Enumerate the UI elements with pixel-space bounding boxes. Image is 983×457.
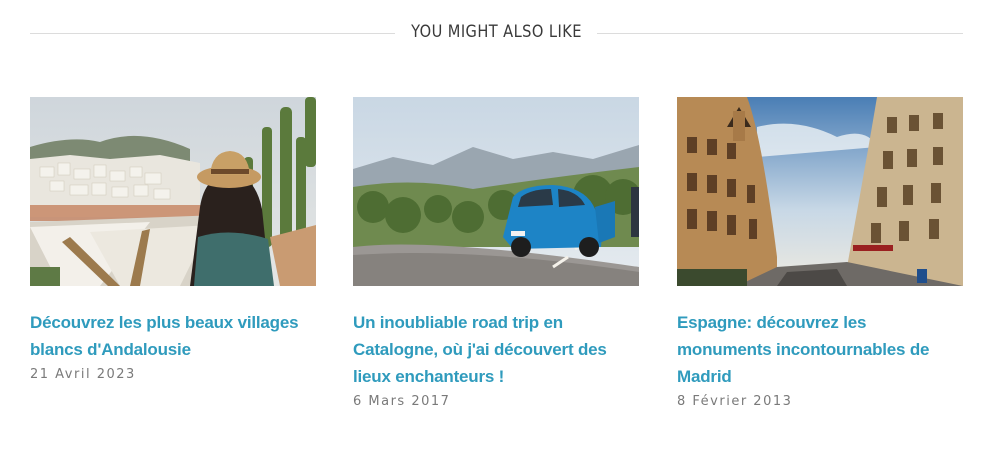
related-posts-header: YOU MIGHT ALSO LIKE <box>30 20 963 48</box>
post-date: 21 Avril 2023 <box>30 367 136 382</box>
post-title-link[interactable]: Découvrez les plus beaux villages blancs… <box>30 309 316 363</box>
post-thumbnail-link[interactable] <box>353 97 639 286</box>
post-date: 6 Mars 2017 <box>353 394 451 409</box>
post-title-link[interactable]: Un inoubliable road trip en Catalogne, o… <box>353 309 639 390</box>
andalusia-village-photo-icon <box>30 97 316 286</box>
post-thumbnail-link[interactable] <box>677 97 963 286</box>
post-date: 8 Février 2013 <box>677 394 793 409</box>
post-title-link[interactable]: Espagne: découvrez les monuments inconto… <box>677 309 963 390</box>
post-thumbnail-link[interactable] <box>30 97 316 286</box>
post-card[interactable]: Espagne: découvrez les monuments inconto… <box>677 97 963 409</box>
madrid-monuments-photo-icon <box>677 97 963 286</box>
header-divider-right <box>597 33 963 34</box>
post-card[interactable]: Un inoubliable road trip en Catalogne, o… <box>353 97 639 409</box>
post-card[interactable]: Découvrez les plus beaux villages blancs… <box>30 97 316 382</box>
catalonia-road-trip-photo-icon <box>353 97 639 286</box>
section-title: YOU MIGHT ALSO LIKE <box>411 22 582 42</box>
